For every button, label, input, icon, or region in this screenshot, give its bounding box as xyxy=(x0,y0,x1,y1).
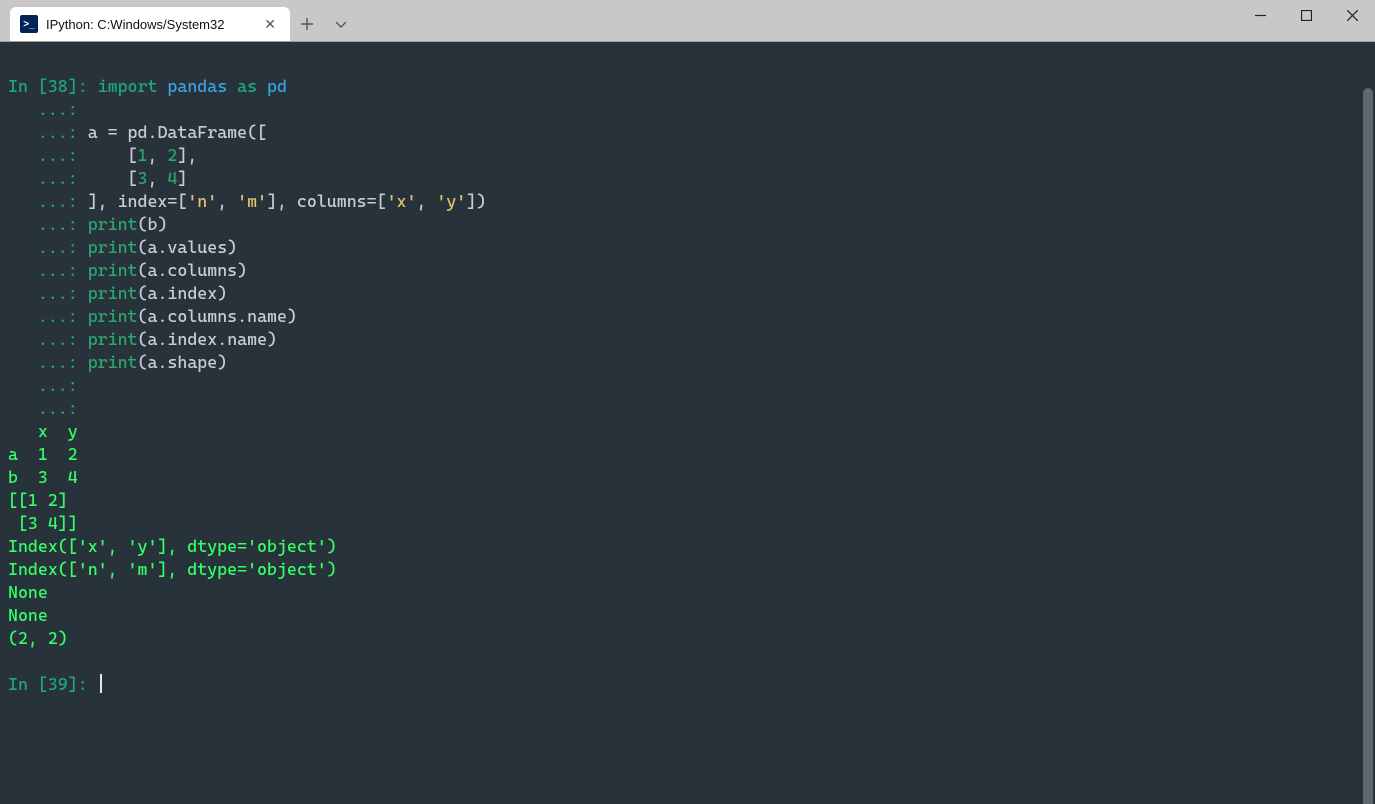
scrollbar-thumb[interactable] xyxy=(1363,88,1373,804)
continuation-prompt: ...: xyxy=(8,99,88,119)
output-line: [3 4]] xyxy=(8,513,78,533)
powershell-icon: >_ xyxy=(20,15,38,33)
maximize-button[interactable] xyxy=(1283,0,1329,31)
cursor xyxy=(100,674,102,693)
output-line: b 3 4 xyxy=(8,467,78,487)
minimize-button[interactable] xyxy=(1237,0,1283,31)
window-controls xyxy=(1237,0,1375,41)
new-tab-button[interactable] xyxy=(290,7,324,41)
close-tab-icon[interactable]: ✕ xyxy=(264,17,276,31)
close-window-button[interactable] xyxy=(1329,0,1375,31)
output-line: (2, 2) xyxy=(8,628,68,648)
output-line: None xyxy=(8,582,48,602)
input-prompt: In [38]: xyxy=(8,76,98,96)
tab-dropdown-button[interactable] xyxy=(324,7,358,41)
output-line: Index(['x', 'y'], dtype='object') xyxy=(8,536,337,556)
tab-active[interactable]: >_ IPython: C:Windows/System32 ✕ xyxy=(10,7,290,41)
output-line: None xyxy=(8,605,48,625)
output-line: a 1 2 xyxy=(8,444,78,464)
tab-title: IPython: C:Windows/System32 xyxy=(46,17,224,32)
terminal-area[interactable]: In [38]: import pandas as pd ...: ...: a… xyxy=(0,42,1375,804)
output-line: [[1 2] xyxy=(8,490,68,510)
next-input-prompt: In [39]: xyxy=(8,674,98,694)
output-line: Index(['n', 'm'], dtype='object') xyxy=(8,559,337,579)
title-bar: >_ IPython: C:Windows/System32 ✕ xyxy=(0,0,1375,42)
output-line: x y xyxy=(8,421,78,441)
